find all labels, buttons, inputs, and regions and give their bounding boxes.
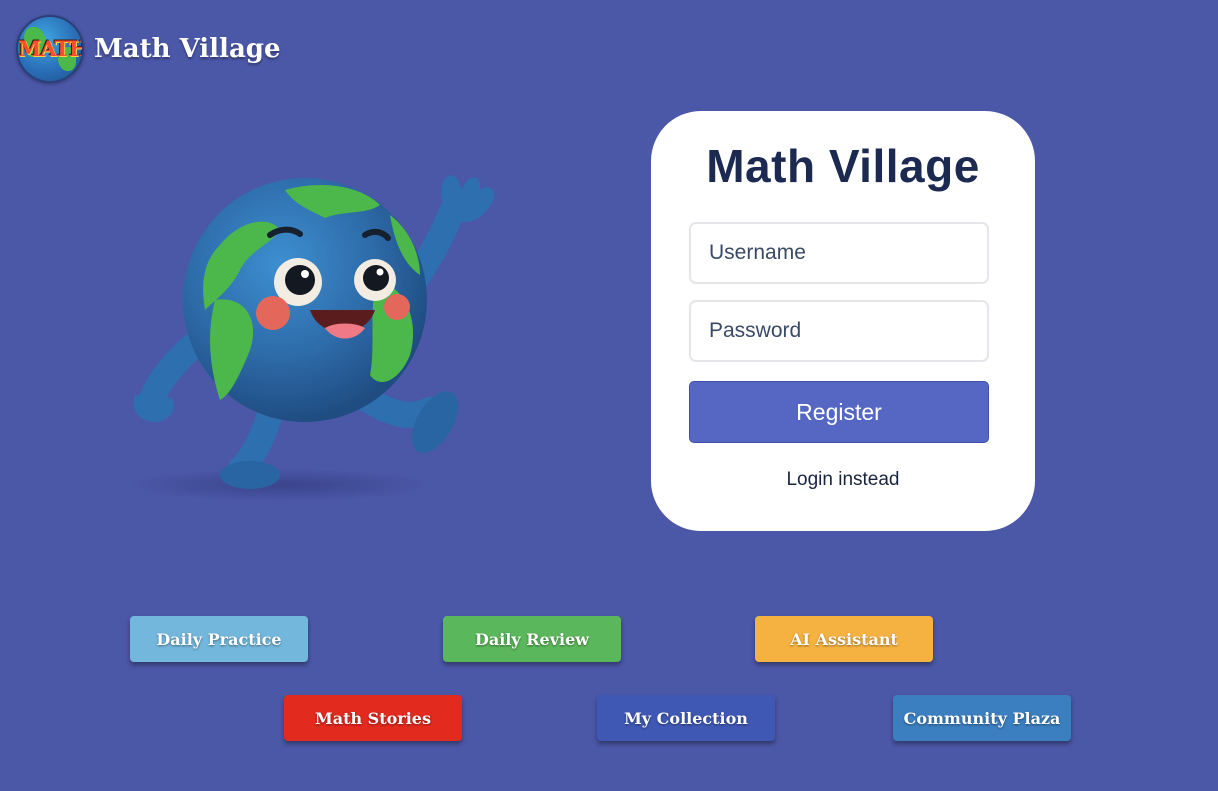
- globe-math-logo-icon: MATH: [16, 15, 84, 83]
- community-plaza-button[interactable]: Community Plaza: [893, 695, 1071, 741]
- login-card: Math Village Register Login instead: [651, 111, 1035, 531]
- username-input[interactable]: [689, 222, 989, 284]
- brand-title: Math Village: [94, 34, 281, 64]
- daily-review-button[interactable]: Daily Review: [443, 616, 621, 662]
- logo-text: MATH: [18, 36, 84, 61]
- math-stories-button[interactable]: Math Stories: [284, 695, 462, 741]
- login-instead-link[interactable]: Login instead: [651, 469, 1035, 491]
- page: MATH Math Village Math Village Username …: [0, 0, 1218, 791]
- brand-header[interactable]: MATH Math Village: [16, 15, 281, 83]
- waving-earth-mascot-icon: [130, 175, 495, 501]
- my-collection-button[interactable]: My Collection: [597, 695, 775, 741]
- card-title: Math Village: [706, 140, 980, 192]
- ai-assistant-button[interactable]: AI Assistant: [755, 616, 933, 662]
- daily-practice-button[interactable]: Daily Practice: [130, 616, 308, 662]
- register-button[interactable]: Register: [689, 381, 989, 443]
- password-input[interactable]: [689, 300, 989, 362]
